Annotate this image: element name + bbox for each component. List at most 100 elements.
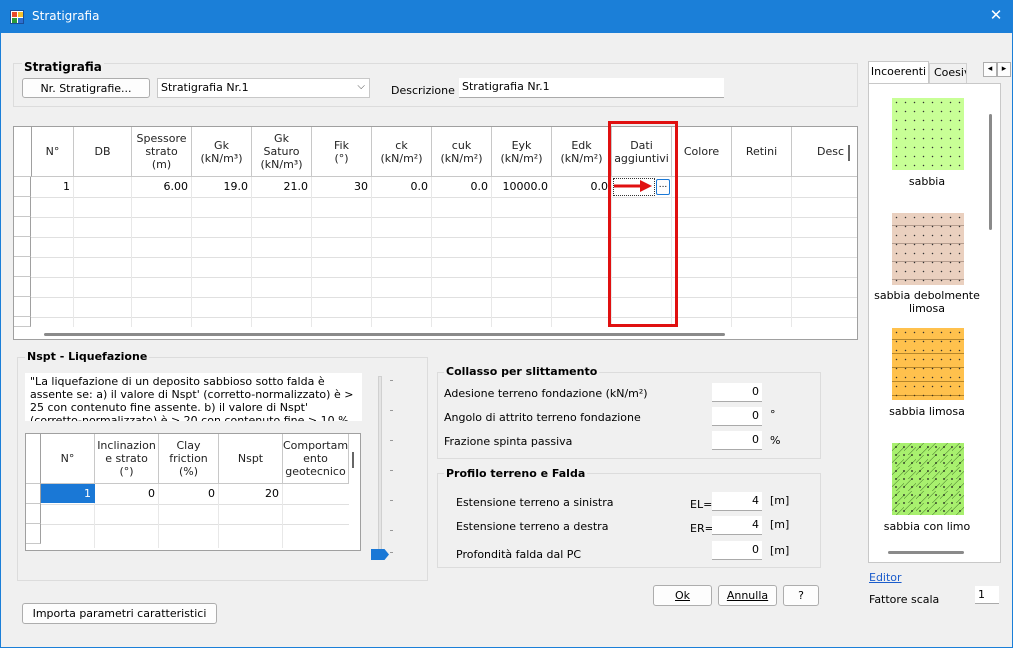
- col-retini[interactable]: Retini: [732, 127, 792, 177]
- title-bar: Stratigrafia ✕: [0, 0, 1013, 33]
- editor-link[interactable]: Editor: [869, 571, 902, 584]
- profondita-falda-input[interactable]: 0: [712, 541, 762, 560]
- descrizione-input[interactable]: Stratigrafia Nr.1: [459, 78, 724, 98]
- horizontal-scrollbar[interactable]: [44, 333, 725, 336]
- nspt-col-comportamento[interactable]: Comportam ento geotecnico: [283, 434, 349, 484]
- texture-label: sabbia: [908, 175, 946, 188]
- frazione-label: Frazione spinta passiva: [444, 435, 573, 448]
- estensione-destra-label: Estensione terreno a destra: [456, 520, 609, 533]
- tab-coesivi-label: Coesiv: [934, 66, 967, 79]
- strata-table: N° DB Spessore strato (m) Gk (kN/m³) Gk …: [13, 126, 858, 340]
- profondita-falda-label: Profondità falda dal PC: [456, 548, 582, 561]
- window-title: Stratigrafia: [32, 9, 100, 23]
- col-gk-saturo[interactable]: Gk Saturo (kN/m³): [252, 127, 312, 177]
- col-db[interactable]: DB: [74, 127, 132, 177]
- cell-spessore[interactable]: 6.00: [132, 177, 192, 197]
- angolo-label: Angolo di attrito terreno fondazione: [444, 411, 641, 424]
- estensione-sinistra-unit: [m]: [770, 494, 790, 507]
- highlight-box: [608, 121, 678, 327]
- close-icon[interactable]: ✕: [984, 6, 1008, 26]
- nspt-cell-inclinazione[interactable]: 0: [95, 484, 159, 504]
- nspt-col-nspt[interactable]: Nspt: [219, 434, 283, 484]
- texture-horizontal-scrollbar[interactable]: [888, 551, 964, 554]
- texture-label: sabbia limosa: [889, 405, 965, 418]
- angolo-input[interactable]: 0: [712, 407, 762, 426]
- col-eyk[interactable]: Eyk (kN/m²): [492, 127, 552, 177]
- nspt-col-clay[interactable]: Clay friction (%): [159, 434, 219, 484]
- ok-button[interactable]: Ok: [653, 585, 712, 606]
- col-gk[interactable]: Gk (kN/m³): [192, 127, 252, 177]
- cell-gk[interactable]: 19.0: [192, 177, 252, 197]
- nspt-cell-clay[interactable]: 0: [159, 484, 219, 504]
- texture-item-sabbia[interactable]: sabbia: [872, 96, 982, 196]
- cell-eyk[interactable]: 10000.0: [492, 177, 552, 197]
- arrow-right-icon: [614, 180, 652, 192]
- texture-swatch: [892, 213, 964, 285]
- nspt-cell-comportamento[interactable]: [283, 484, 349, 504]
- nspt-cell-nspt[interactable]: 20: [219, 484, 283, 504]
- descrizione-label: Descrizione: [391, 84, 455, 97]
- texture-swatch: [892, 328, 964, 400]
- col-edk[interactable]: Edk (kN/m²): [552, 127, 612, 177]
- tab-next-button[interactable]: ▸: [997, 62, 1011, 77]
- collasso-title: Collasso per slittamento: [444, 365, 600, 378]
- er-label: ER=: [690, 522, 714, 535]
- importa-parametri-button[interactable]: Importa parametri caratteristici: [22, 603, 217, 624]
- cell-cuk[interactable]: 0.0: [432, 177, 492, 197]
- texture-vertical-scrollbar[interactable]: [989, 114, 992, 230]
- nspt-col-inclinazione[interactable]: Inclinazion e strato (°): [95, 434, 159, 484]
- el-label: EL=: [690, 498, 713, 511]
- col-fik[interactable]: Fik (°): [312, 127, 372, 177]
- annulla-button[interactable]: Annulla: [718, 585, 777, 606]
- nspt-cell-n[interactable]: 1: [41, 484, 95, 503]
- cell-ck[interactable]: 0.0: [372, 177, 432, 197]
- texture-item-sabbia-limosa[interactable]: sabbia limosa: [872, 328, 982, 428]
- app-icon: [10, 10, 24, 24]
- slider-thumb[interactable]: [371, 549, 389, 560]
- tab-incoerenti-label: Incoerenti: [870, 65, 927, 78]
- nspt-col-n[interactable]: N°: [41, 434, 95, 484]
- cell-edk[interactable]: 0.0: [552, 177, 612, 197]
- adesione-input[interactable]: 0: [712, 383, 762, 402]
- col-colore[interactable]: Colore: [672, 127, 732, 177]
- frazione-unit: %: [770, 434, 781, 447]
- frazione-input[interactable]: 0: [712, 431, 762, 450]
- profondita-falda-unit: [m]: [770, 544, 790, 557]
- texture-swatch: [892, 98, 964, 170]
- fattore-scala-label: Fattore scala: [869, 593, 940, 606]
- nr-stratigrafie-button[interactable]: Nr. Stratigrafie...: [22, 78, 150, 98]
- cell-fik[interactable]: 30: [312, 177, 372, 197]
- nspt-note: "La liquefazione di un deposito sabbioso…: [25, 373, 362, 421]
- angolo-unit: °: [770, 408, 776, 421]
- profilo-title: Profilo terreno e Falda: [444, 467, 588, 480]
- chevron-down-icon: ⌵: [357, 81, 365, 92]
- texture-list: sabbia sabbia debolmente limosa sabbia l…: [872, 96, 982, 546]
- stratigrafia-select-value: Stratigrafia Nr.1: [161, 81, 249, 94]
- col-n[interactable]: N°: [32, 127, 74, 177]
- texture-label: sabbia debolmente limosa: [874, 289, 980, 315]
- fattore-scala-input[interactable]: 1: [975, 586, 999, 604]
- estensione-destra-input[interactable]: 4: [712, 516, 762, 535]
- tab-incoerenti[interactable]: Incoerenti: [868, 61, 929, 83]
- tab-prev-button[interactable]: ◂: [983, 62, 997, 77]
- cell-gk-saturo[interactable]: 21.0: [252, 177, 312, 197]
- nspt-title: Nspt - Liquefazione: [25, 350, 150, 363]
- cell-n[interactable]: 1: [32, 177, 74, 197]
- cell-db[interactable]: [74, 177, 132, 197]
- stratigrafia-title: Stratigrafia: [22, 60, 104, 74]
- texture-label: sabbia con limo: [883, 520, 971, 533]
- estensione-sinistra-label: Estensione terreno a sinistra: [456, 496, 614, 509]
- texture-item-sabbia-debolmente-limosa[interactable]: sabbia debolmente limosa: [872, 213, 982, 323]
- col-ck[interactable]: ck (kN/m²): [372, 127, 432, 177]
- tab-coesivi[interactable]: Coesiv: [929, 63, 967, 83]
- estensione-sinistra-input[interactable]: 4: [712, 492, 762, 511]
- vertical-slider[interactable]: [366, 372, 396, 562]
- help-button[interactable]: ?: [783, 585, 819, 606]
- stratigrafia-select[interactable]: Stratigrafia Nr.1 ⌵: [157, 78, 370, 98]
- texture-swatch: [892, 443, 964, 515]
- col-spessore[interactable]: Spessore strato (m): [132, 127, 192, 177]
- adesione-label: Adesione terreno fondazione (kN/m²): [444, 387, 648, 400]
- col-cuk[interactable]: cuk (kN/m²): [432, 127, 492, 177]
- nspt-table: N° Inclinazion e strato (°) Clay frictio…: [25, 433, 361, 551]
- texture-item-sabbia-con-limo[interactable]: sabbia con limo: [872, 443, 982, 543]
